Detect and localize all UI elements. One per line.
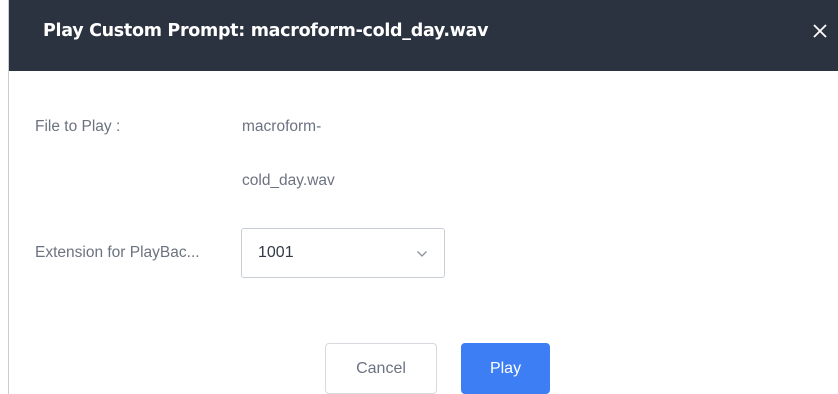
cancel-button[interactable]: Cancel [325,343,437,394]
extension-select[interactable]: 1001 [241,228,445,278]
extension-label: Extension for PlayBac... [35,244,200,261]
dialog-titlebar: Play Custom Prompt: macroform-cold_day.w… [9,0,838,71]
play-button[interactable]: Play [461,343,550,394]
file-name-value: macroform- [242,118,322,135]
play-prompt-dialog: Play Custom Prompt: macroform-cold_day.w… [8,0,838,394]
close-icon[interactable] [809,20,831,42]
chevron-down-icon [416,247,428,259]
extension-selected-value: 1001 [258,244,294,261]
file-to-play-label: File to Play : [35,118,121,135]
dialog-title: Play Custom Prompt: macroform-cold_day.w… [43,21,489,41]
file-name-value-continued: cold_day.wav [242,172,335,189]
